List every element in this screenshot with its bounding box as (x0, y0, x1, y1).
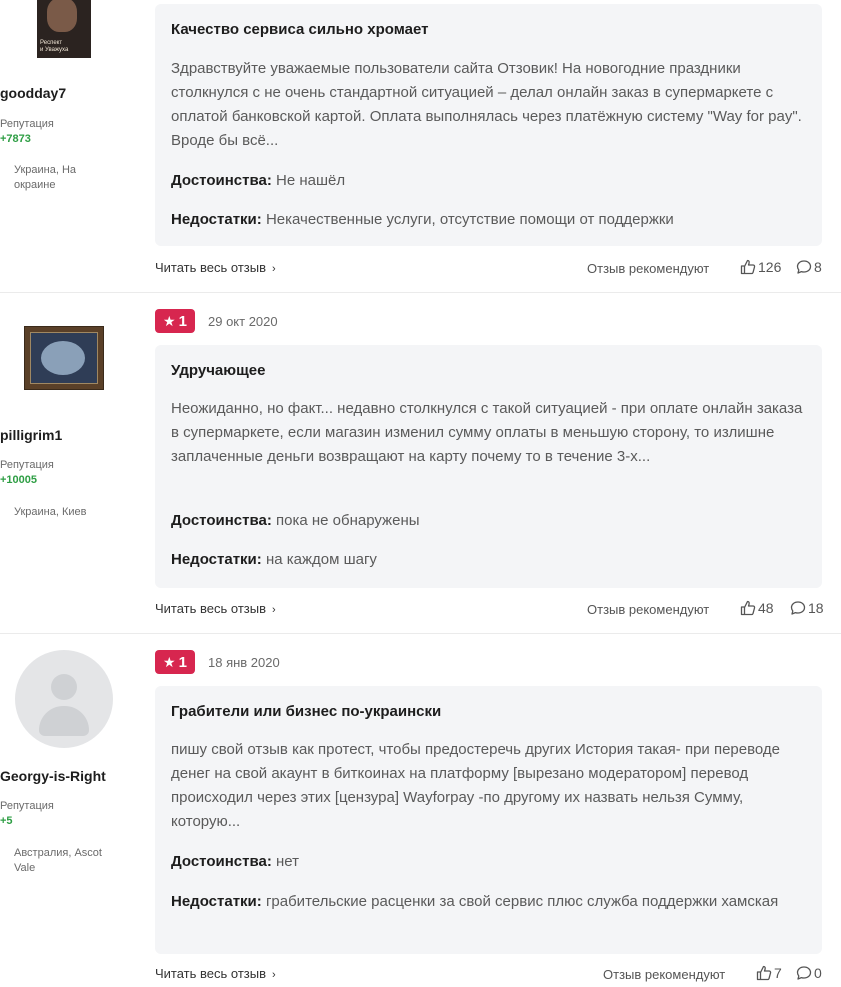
read-full-review-link[interactable]: Читать весь отзыв › (155, 601, 276, 616)
author-name[interactable]: pilligrim1 (0, 427, 128, 443)
avatar[interactable] (24, 326, 104, 390)
rating-badge: ★ 1 (155, 309, 195, 333)
review-title[interactable]: Качество сервиса сильно хромает (171, 21, 428, 38)
like-button[interactable]: 7 (756, 965, 782, 981)
comment-count: 8 (814, 259, 822, 275)
rating-badge: ★ 1 (155, 650, 195, 674)
review-card: Georgy-is-Right Репутация +5 Австралия, … (0, 634, 841, 987)
reputation-value: +7873 (0, 133, 31, 145)
star-icon: ★ (163, 653, 176, 670)
avatar-caption: Респект и Уважуха (40, 40, 69, 53)
chevron-right-icon: › (272, 263, 276, 275)
recommend-label: Отзыв рекомендуют (587, 261, 710, 276)
review-excerpt: Неожиданно, но факт... недавно столкнулс… (171, 400, 803, 465)
review-title[interactable]: Грабители или бизнес по-украински (171, 703, 441, 720)
default-avatar-icon[interactable] (15, 650, 113, 748)
review-date: 18 янв 2020 (208, 655, 280, 670)
review-pros: Достоинства: нет (171, 853, 299, 870)
like-button[interactable]: 126 (740, 259, 781, 275)
review-pros: Достоинства: пока не обнаружены (171, 512, 420, 529)
review-card: pilligrim1 Репутация +10005 Украина, Кие… (0, 293, 841, 633)
review-cons: Недостатки: Некачественные услуги, отсут… (171, 211, 674, 228)
author-name[interactable]: goodday7 (0, 85, 128, 101)
like-button[interactable]: 48 (740, 600, 774, 616)
review-body[interactable]: Грабители или бизнес по-украински пишу с… (155, 686, 822, 954)
author-name[interactable]: Georgy-is-Right (0, 768, 128, 784)
review-excerpt: Здравствуйте уважаемые пользователи сайт… (171, 60, 802, 149)
read-full-review-link[interactable]: Читать весь отзыв › (155, 260, 276, 275)
review-excerpt: пишу свой отзыв как протест, чтобы предо… (171, 741, 781, 830)
comments-button[interactable]: 8 (796, 259, 822, 275)
comments-button[interactable]: 0 (796, 965, 822, 981)
reputation-label: Репутация (0, 118, 54, 130)
author-location: Украина, На окраине (14, 164, 77, 191)
review-pros: Достоинства: Не нашёл (171, 172, 346, 189)
reputation-value: +5 (0, 815, 13, 827)
like-count: 126 (758, 259, 782, 275)
like-count: 48 (758, 600, 774, 616)
recommend-label: Отзыв рекомендуют (587, 602, 710, 617)
review-body[interactable]: Качество сервиса сильно хромает Здравств… (155, 4, 822, 246)
author-location: Австралия, Ascot Vale (14, 847, 102, 874)
reputation-value: +10005 (0, 474, 38, 486)
chevron-right-icon: › (272, 969, 276, 981)
review-body[interactable]: Удручающее Неожиданно, но факт... недавн… (155, 345, 822, 588)
comment-icon (790, 600, 806, 616)
comments-button[interactable]: 18 (790, 600, 824, 616)
review-cons: Недостатки: на каждом шагу (171, 551, 377, 568)
comment-icon (796, 259, 812, 275)
reputation-label: Репутация (0, 800, 54, 812)
review-title[interactable]: Удручающее (171, 362, 265, 379)
review-date: 29 окт 2020 (208, 314, 278, 329)
comment-count: 18 (808, 600, 824, 616)
read-full-review-link[interactable]: Читать весь отзыв › (155, 966, 276, 981)
comment-count: 0 (814, 965, 822, 981)
author-location: Украина, Киев (14, 506, 87, 518)
thumbs-up-icon (740, 259, 756, 275)
review-cons: Недостатки: грабительские расценки за св… (171, 893, 779, 910)
reputation-label: Репутация (0, 459, 54, 471)
recommend-label: Отзыв рекомендуют (603, 967, 726, 982)
thumbs-up-icon (756, 965, 772, 981)
chevron-right-icon: › (272, 604, 276, 616)
avatar[interactable]: Респект и Уважуха (37, 0, 91, 58)
review-card: Респект и Уважуха goodday7 Репутация +78… (0, 0, 841, 292)
like-count: 7 (774, 965, 782, 981)
comment-icon (796, 965, 812, 981)
thumbs-up-icon (740, 600, 756, 616)
star-icon: ★ (163, 312, 176, 329)
